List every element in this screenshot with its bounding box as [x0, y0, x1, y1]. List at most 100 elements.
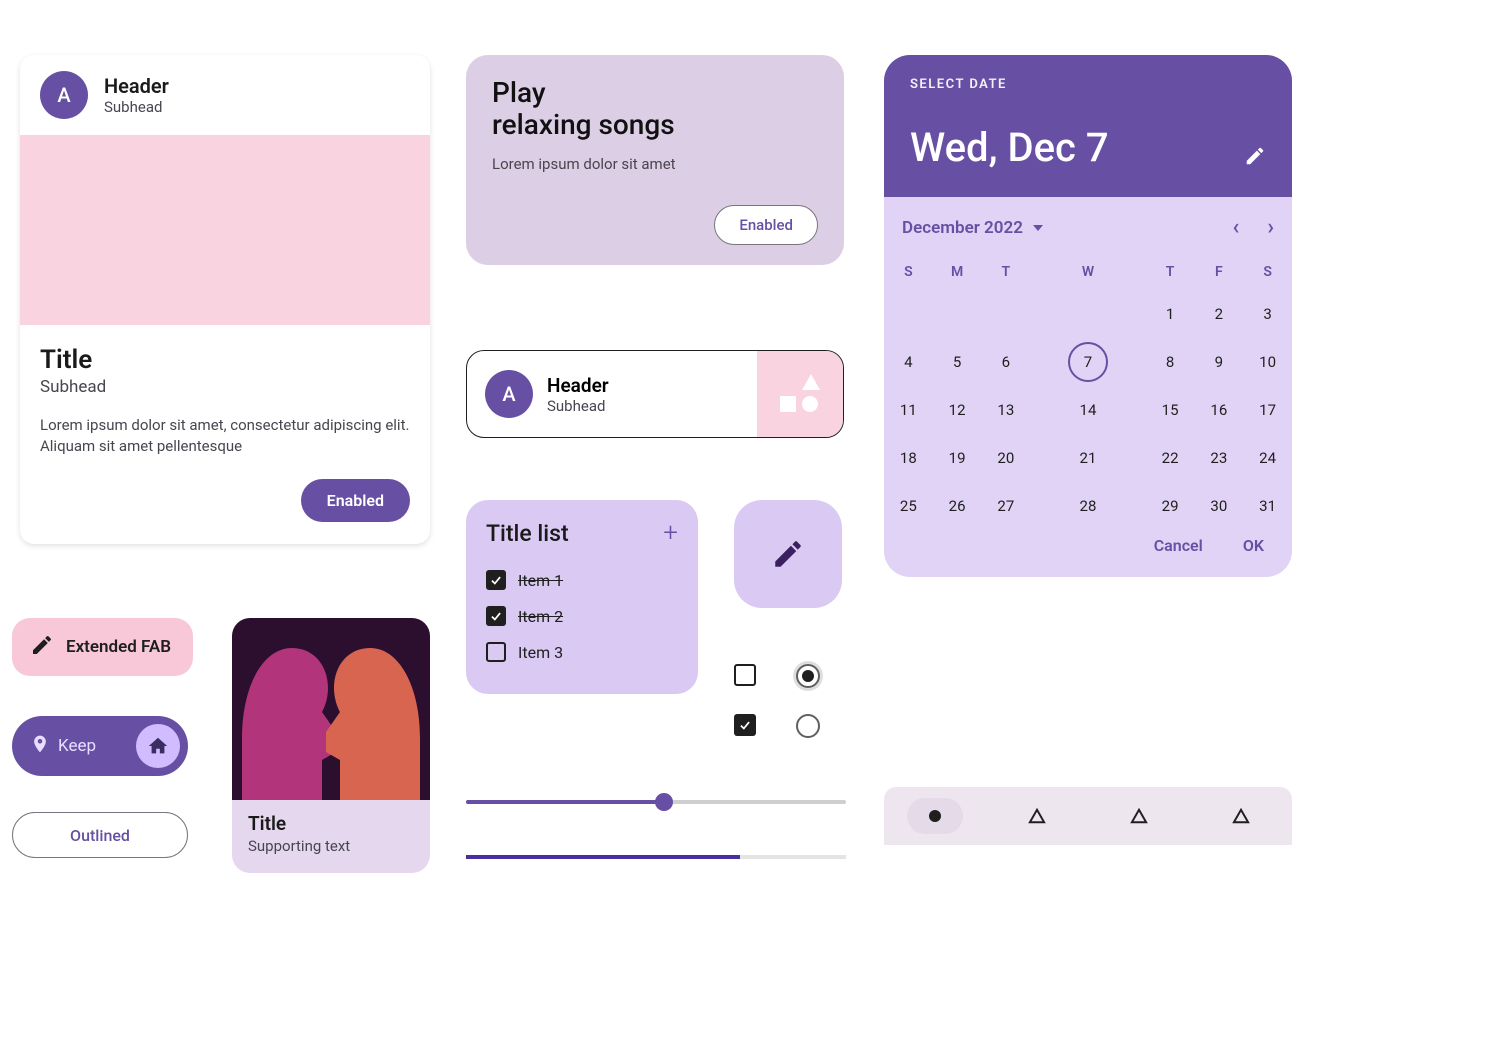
next-month-button[interactable]: › [1267, 215, 1274, 240]
calendar-day[interactable]: 4 [884, 338, 933, 386]
pencil-icon [1244, 145, 1266, 167]
add-item-button[interactable]: + [663, 518, 678, 548]
nav-item-1[interactable] [907, 798, 963, 834]
media-card-supporting: Supporting text [248, 837, 414, 855]
month-selector[interactable]: December 2022 [902, 218, 1043, 238]
date-picker-selected-display: Wed, Dec 7 [910, 124, 1109, 171]
media-card[interactable]: Title Supporting text [232, 618, 430, 873]
calendar-day[interactable]: 7 [1030, 338, 1146, 386]
checkbox-checked[interactable] [486, 606, 506, 626]
radio-selected[interactable] [796, 664, 820, 688]
triangle-outline-icon [1232, 808, 1250, 824]
weekday-label: T [981, 254, 1030, 290]
slider-thumb[interactable] [655, 793, 673, 811]
list-card-title: Title list [486, 520, 569, 547]
card-title: Title [40, 345, 410, 375]
calendar-day[interactable]: 13 [981, 386, 1030, 434]
prev-month-button[interactable]: ‹ [1233, 215, 1240, 240]
calendar-day[interactable]: 9 [1194, 338, 1243, 386]
progress-bar [466, 855, 846, 859]
calendar-day[interactable]: 5 [933, 338, 982, 386]
header-card-subhead: Subhead [547, 397, 609, 415]
home-icon [136, 724, 180, 768]
radio-unselected[interactable] [796, 714, 820, 738]
calendar-day[interactable]: 20 [981, 434, 1030, 482]
calendar-day[interactable]: 11 [884, 386, 933, 434]
checkbox-unchecked[interactable] [486, 642, 506, 662]
extended-fab-label: Extended FAB [66, 637, 171, 657]
checkbox-checked[interactable] [486, 570, 506, 590]
calendar-day[interactable]: 16 [1194, 386, 1243, 434]
slider[interactable] [466, 800, 846, 804]
triangle-outline-icon [1028, 808, 1046, 824]
content-card: A Header Subhead Title Subhead Lorem ips… [20, 55, 430, 544]
pin-icon [30, 734, 50, 759]
calendar-day[interactable]: 12 [933, 386, 982, 434]
calendar-day[interactable]: 31 [1243, 482, 1292, 530]
list-item-label: Item 2 [518, 607, 563, 626]
weekday-label: S [1243, 254, 1292, 290]
dot-icon [929, 810, 941, 822]
calendar-day[interactable]: 3 [1243, 290, 1292, 338]
play-card-enabled-button[interactable]: Enabled [714, 205, 818, 245]
calendar-day[interactable]: 8 [1146, 338, 1195, 386]
card-title-subhead: Subhead [40, 377, 410, 397]
enabled-button[interactable]: Enabled [301, 479, 410, 522]
extended-fab[interactable]: Extended FAB [12, 618, 193, 676]
calendar-day [933, 290, 982, 338]
month-label: December 2022 [902, 218, 1023, 238]
calendar-day[interactable]: 24 [1243, 434, 1292, 482]
pencil-icon [30, 633, 54, 661]
keep-chip-label: Keep [58, 736, 96, 756]
date-picker-overline: SELECT DATE [910, 77, 1266, 92]
circle-icon [802, 396, 818, 412]
triangle-outline-icon [1130, 808, 1148, 824]
avatar: A [485, 370, 533, 418]
edit-fab[interactable] [734, 500, 842, 608]
calendar-day[interactable]: 2 [1194, 290, 1243, 338]
date-picker-edit-button[interactable] [1244, 145, 1266, 171]
weekday-label: S [884, 254, 933, 290]
calendar-day[interactable]: 21 [1030, 434, 1146, 482]
checkbox-checked[interactable] [734, 714, 756, 736]
keep-chip[interactable]: Keep [12, 716, 188, 776]
calendar-day[interactable]: 6 [981, 338, 1030, 386]
date-picker-ok[interactable]: OK [1243, 536, 1264, 555]
calendar-day[interactable]: 17 [1243, 386, 1292, 434]
calendar-day [981, 290, 1030, 338]
calendar-day[interactable]: 30 [1194, 482, 1243, 530]
list-item-label: Item 1 [518, 571, 563, 590]
outlined-button[interactable]: Outlined [12, 812, 188, 858]
calendar-day[interactable]: 15 [1146, 386, 1195, 434]
calendar-day[interactable]: 25 [884, 482, 933, 530]
header-card-title: Header [547, 374, 609, 397]
calendar-day[interactable]: 10 [1243, 338, 1292, 386]
weekday-label: W [1030, 254, 1146, 290]
silhouette-right-icon [310, 618, 430, 800]
nav-item-3[interactable] [1111, 798, 1167, 834]
list-item[interactable]: Item 1 [486, 562, 678, 598]
nav-item-4[interactable] [1213, 798, 1269, 834]
checkbox-unchecked[interactable] [734, 664, 756, 686]
calendar-day[interactable]: 22 [1146, 434, 1195, 482]
calendar-day[interactable]: 28 [1030, 482, 1146, 530]
avatar: A [40, 71, 88, 119]
bottom-nav [884, 787, 1292, 845]
calendar-day[interactable]: 26 [933, 482, 982, 530]
calendar-day[interactable]: 19 [933, 434, 982, 482]
header-card[interactable]: A Header Subhead [466, 350, 844, 438]
media-card-art [232, 618, 430, 800]
date-picker-cancel[interactable]: Cancel [1154, 536, 1203, 555]
list-item[interactable]: Item 3 [486, 634, 678, 670]
calendar-day[interactable]: 23 [1194, 434, 1243, 482]
pencil-icon [771, 537, 805, 571]
weekday-label: M [933, 254, 982, 290]
calendar-day[interactable]: 27 [981, 482, 1030, 530]
calendar-day[interactable]: 14 [1030, 386, 1146, 434]
calendar-day[interactable]: 1 [1146, 290, 1195, 338]
nav-item-2[interactable] [1009, 798, 1065, 834]
list-item[interactable]: Item 2 [486, 598, 678, 634]
calendar-day[interactable]: 18 [884, 434, 933, 482]
calendar-day[interactable]: 29 [1146, 482, 1195, 530]
card-header: Header [104, 74, 169, 98]
